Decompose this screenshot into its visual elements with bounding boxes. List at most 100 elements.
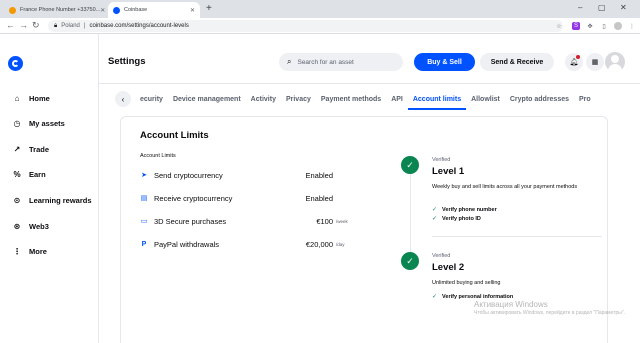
profile-icon[interactable] bbox=[614, 22, 622, 30]
coinbase-logo-icon[interactable] bbox=[8, 56, 23, 71]
sidebar-item-learning-rewards[interactable]: ⊙ Learning rewards bbox=[11, 193, 92, 207]
level-title: Level 1 bbox=[432, 166, 465, 177]
coinbase-favicon-icon bbox=[113, 6, 120, 14]
sidebar-item-label: Trade bbox=[29, 144, 50, 154]
star-icon[interactable]: ☆ bbox=[555, 22, 563, 30]
receive-icon: ▤ bbox=[140, 195, 148, 202]
limit-value: €100 bbox=[316, 216, 333, 226]
checkmark-icon: ✓ bbox=[432, 207, 438, 213]
windows-activation-watermark: Активация Windows Чтобы активировать Win… bbox=[474, 300, 640, 316]
limit-row-3d-secure: ▭ 3D Secure purchases €100 /week bbox=[140, 215, 348, 227]
new-tab-button[interactable]: + bbox=[206, 3, 212, 14]
maximize-icon[interactable]: ▢ bbox=[598, 3, 606, 12]
tab-activity[interactable]: Activity bbox=[246, 90, 281, 110]
requirement-label: Verify phone number bbox=[442, 206, 497, 213]
bell-icon: 🔔︎ bbox=[569, 59, 579, 66]
notification-dot bbox=[576, 55, 580, 59]
apps-grid-button[interactable]: ▦ bbox=[586, 53, 604, 71]
browser-tab-title: France Phone Number +33750... bbox=[20, 7, 101, 13]
trend-icon: ↗ bbox=[13, 144, 21, 154]
menu-icon[interactable]: ⋮ bbox=[628, 22, 636, 30]
card-icon: ▭ bbox=[140, 218, 148, 225]
buy-sell-button[interactable]: Buy & Sell bbox=[414, 53, 475, 71]
url-input[interactable]: 🔒︎ Poland | coinbase.com/settings/accoun… bbox=[48, 20, 563, 32]
limit-row-paypal: P PayPal withdrawals €20,000 /day bbox=[140, 238, 348, 250]
close-window-icon[interactable]: ✕ bbox=[620, 3, 627, 12]
check-icon: ✓ bbox=[401, 156, 419, 174]
search-input[interactable]: ⌕ Search for an asset bbox=[279, 53, 403, 71]
tab-allowlist[interactable]: Allowlist bbox=[466, 90, 505, 110]
chevron-left-icon: ‹ bbox=[121, 94, 125, 104]
level-connector bbox=[410, 173, 411, 263]
forward-icon[interactable]: → bbox=[19, 20, 28, 30]
more-icon: ⋮ bbox=[13, 246, 21, 256]
limit-row-receive: ▤ Receive cryptocurrency Enabled bbox=[140, 192, 348, 204]
requirement-label: Verify personal information bbox=[442, 293, 514, 300]
minimize-icon[interactable]: – bbox=[578, 3, 582, 12]
sidebar-item-label: Web3 bbox=[29, 221, 49, 231]
web3-icon: ⊛ bbox=[13, 221, 21, 231]
avatar[interactable] bbox=[605, 52, 625, 72]
sidebar-item-label: Home bbox=[29, 93, 50, 103]
limit-value: Enabled bbox=[305, 170, 333, 180]
close-tab-icon[interactable]: ✕ bbox=[190, 7, 195, 14]
limit-unit: /week bbox=[336, 218, 348, 224]
sidebar-item-home[interactable]: ⌂ Home bbox=[11, 91, 50, 105]
level-requirement: ✓ Verify personal information bbox=[432, 293, 514, 301]
notifications-button[interactable]: 🔔︎ bbox=[565, 53, 583, 71]
limit-label: 3D Secure purchases bbox=[154, 216, 227, 226]
level-badge: Verified bbox=[432, 253, 451, 259]
checkmark-icon: ✓ bbox=[432, 216, 438, 222]
sidepanel-icon[interactable]: ▯ bbox=[600, 22, 608, 30]
level-description: Unlimited buying and selling bbox=[432, 280, 501, 286]
watermark-line: Активация Windows bbox=[474, 300, 548, 309]
url-text: coinbase.com/settings/account-levels bbox=[89, 23, 189, 29]
tab-crypto-addresses[interactable]: Crypto addresses bbox=[505, 90, 574, 110]
sidebar-item-label: My assets bbox=[29, 118, 65, 128]
divider bbox=[432, 236, 602, 237]
tab-account-limits[interactable]: Account limits bbox=[407, 90, 467, 110]
tab-payment-methods[interactable]: Payment methods bbox=[316, 90, 386, 110]
sidebar-item-label: More bbox=[29, 246, 47, 256]
settings-tabs: ‹ ecurity Device management Activity Privac… bbox=[109, 90, 609, 110]
sidebar-item-earn[interactable]: % Earn bbox=[11, 167, 46, 181]
send-icon: ➤ bbox=[141, 172, 147, 179]
reload-icon[interactable]: ↻ bbox=[32, 20, 40, 31]
sidebar-item-label: Earn bbox=[29, 169, 46, 179]
section-title: Account Limits bbox=[140, 130, 209, 141]
close-tab-icon[interactable]: ✕ bbox=[100, 7, 105, 14]
browser-tab-active[interactable]: Coinbase ✕ bbox=[108, 2, 200, 18]
app-header: Settings ⌕ Search for an asset Buy & Sel… bbox=[99, 34, 640, 84]
tab-privacy[interactable]: Privacy bbox=[281, 90, 316, 110]
tab-device-management[interactable]: Device management bbox=[168, 90, 246, 110]
limit-row-send: ➤ Send cryptocurrency Enabled bbox=[140, 169, 348, 181]
learn-icon: ⊙ bbox=[13, 195, 21, 205]
tab-api[interactable]: API bbox=[386, 90, 408, 110]
level-requirement: ✓ Verify photo ID bbox=[432, 215, 481, 223]
scroll-left-button[interactable]: ‹ bbox=[115, 91, 131, 107]
sidebar-item-web3[interactable]: ⊛ Web3 bbox=[11, 219, 49, 233]
checkmark-icon: ✓ bbox=[432, 294, 438, 300]
sidebar-item-my-assets[interactable]: ◷ My assets bbox=[11, 116, 65, 130]
section-subtitle: Account Limits bbox=[140, 153, 176, 159]
settings-tabs-row: ecurity Device management Activity Privacy P… bbox=[135, 90, 596, 110]
percent-icon: % bbox=[13, 169, 21, 179]
send-receive-button[interactable]: Send & Receive bbox=[480, 53, 554, 71]
back-icon[interactable]: ← bbox=[6, 20, 15, 30]
browser-tab[interactable]: France Phone Number +33750... ✕ bbox=[4, 2, 108, 18]
puzzle-icon[interactable]: ✥ bbox=[586, 22, 594, 30]
address-bar: ← → ↻ 🔒︎ Poland | coinbase.com/settings/… bbox=[0, 18, 640, 34]
browser-tab-title: Coinbase bbox=[124, 7, 148, 13]
sidebar-item-more[interactable]: ⋮ More bbox=[11, 244, 47, 258]
level-title: Level 2 bbox=[432, 262, 465, 273]
check-icon: ✓ bbox=[401, 252, 419, 270]
limit-value: Enabled bbox=[305, 193, 333, 203]
browser-tabstrip: France Phone Number +33750... ✕ Coinbase… bbox=[0, 0, 640, 18]
grid-icon: ▦ bbox=[591, 59, 599, 66]
extension-icon[interactable]: S bbox=[572, 22, 580, 30]
paypal-icon: P bbox=[141, 240, 147, 248]
search-placeholder: Search for an asset bbox=[297, 58, 354, 66]
lock-icon: 🔒︎ bbox=[54, 22, 58, 29]
home-icon: ⌂ bbox=[14, 93, 20, 103]
sidebar-item-trade[interactable]: ↗ Trade bbox=[11, 142, 49, 156]
